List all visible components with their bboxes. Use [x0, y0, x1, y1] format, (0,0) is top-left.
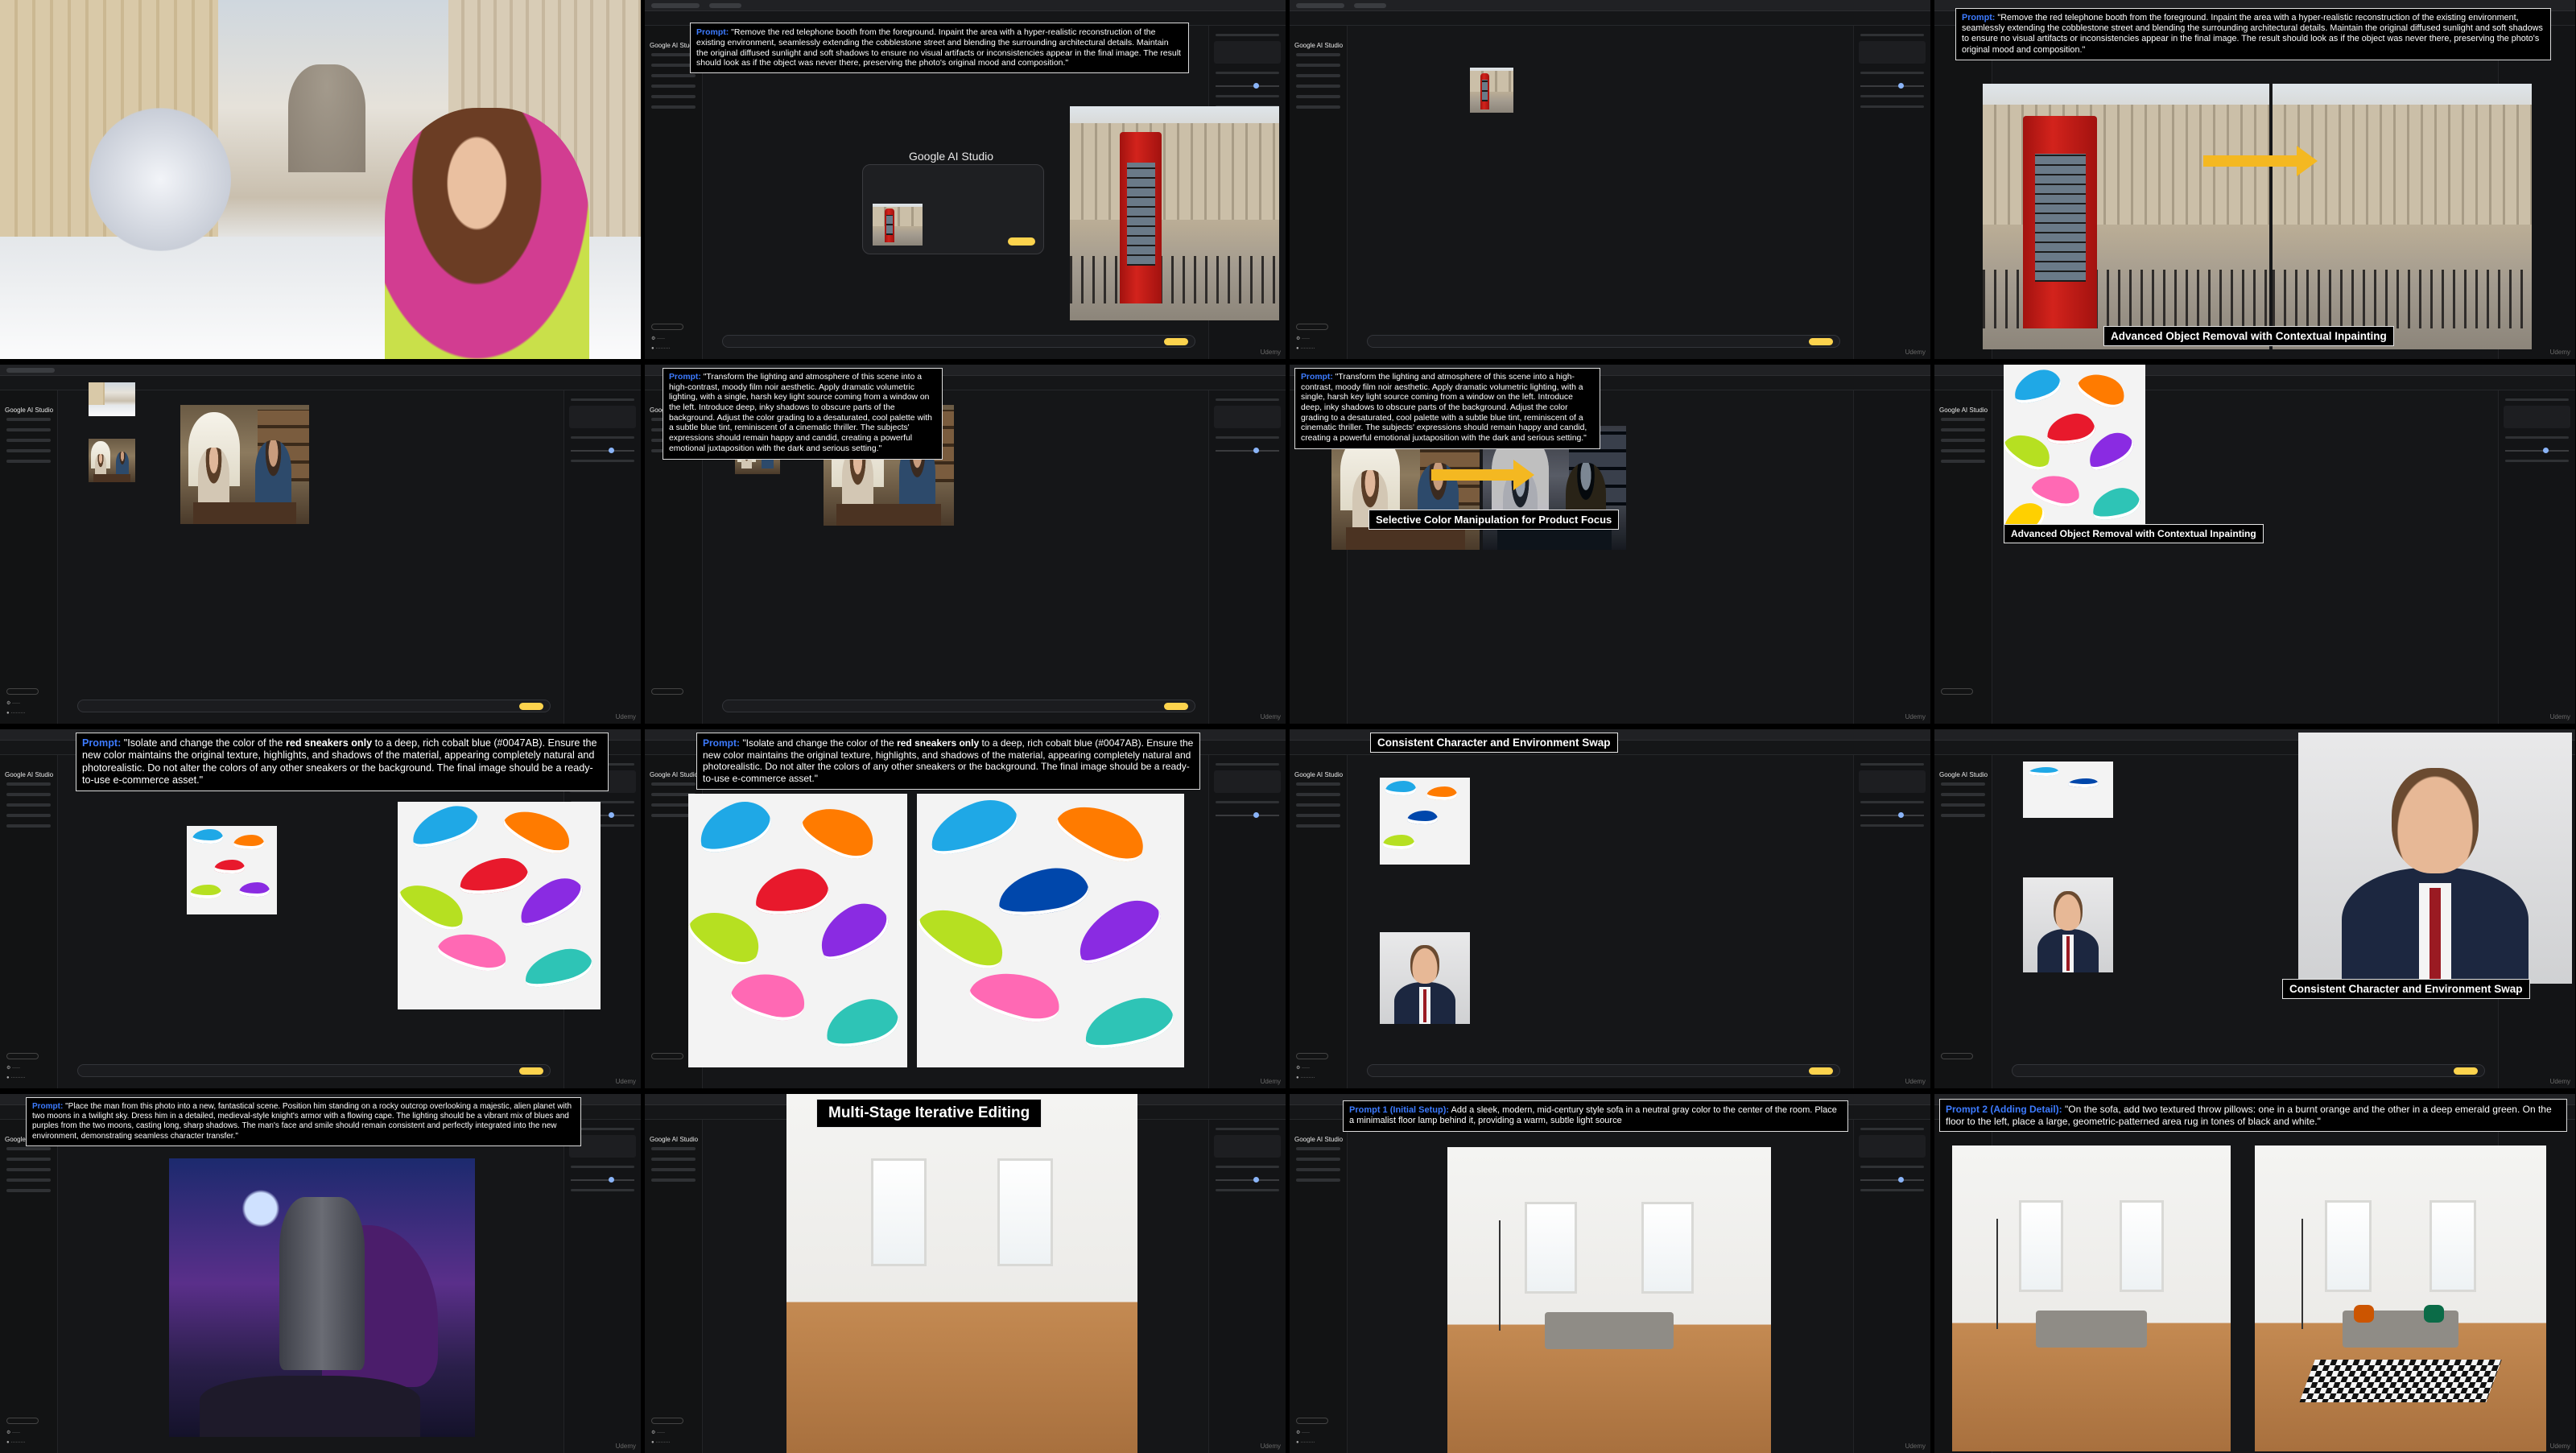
panel-room-empty: Google AI Studio ⚙ ····· ● ········· Udemy… — [645, 1094, 1286, 1453]
booth-thumbnail — [1470, 68, 1513, 113]
user-account[interactable]: ● ········· — [651, 346, 670, 351]
portrait-thumbnail — [1380, 932, 1470, 1024]
prompt-callout: Prompt: "Place the man from this photo i… — [26, 1097, 581, 1146]
panel-cafe-chat: Google AI Studio ⚙ ····· ● ········· Udemy — [0, 365, 641, 724]
sneakers-thumbnail — [187, 826, 277, 914]
prompt-callout: Prompt: "Isolate and change the color of… — [696, 733, 1200, 790]
sneakers-photo — [398, 802, 601, 1009]
knight-photo — [169, 1158, 475, 1437]
panel-character-chat: Google AI Studio ⚙ ····· ● ········· Udemy… — [1290, 729, 1930, 1088]
panel-booth-chat: Google AI Studio ⚙ ····· ● ········· Udemy — [1290, 0, 1930, 359]
technique-caption: Selective Color Manipulation for Product… — [1368, 510, 1620, 530]
technique-caption: Advanced Object Removal with Contextual … — [2004, 524, 2264, 543]
prompt-input[interactable] — [77, 700, 551, 712]
prompt-callout: Prompt: "Remove the red telephone booth … — [1955, 8, 2551, 60]
booth-photo — [1070, 106, 1279, 320]
settings-link[interactable]: ⚙ ····· — [651, 336, 665, 341]
tutorial-storyboard: Google AI Studio ⚙ ····· ● ········· Udemy… — [0, 0, 2576, 1453]
run-button[interactable] — [1164, 338, 1188, 345]
technique-caption: Consistent Character and Environment Swa… — [1370, 733, 1618, 753]
panel-room-detail: Udemy Prompt 2 (Adding Detail): "On the … — [1934, 1094, 2575, 1453]
studio-title: Google AI Studio — [909, 150, 994, 163]
technique-caption: Multi-Stage Iterative Editing — [816, 1099, 1042, 1128]
panel-noir-prompt: Google AI Studio Udemy Prompt: "Transfor… — [645, 365, 1286, 724]
studio-dialog — [862, 164, 1044, 254]
prompt-callout: Prompt 1 (Initial Setup): Add a sleek, m… — [1343, 1100, 1848, 1132]
prompt-callout: Prompt: "Transform the lighting and atmo… — [663, 368, 943, 460]
cafe-photo — [180, 405, 309, 524]
panel-booth-studio: Google AI Studio ⚙ ····· ● ········· Udemy… — [645, 0, 1286, 359]
prompt-callout: Prompt: "Transform the lighting and atmo… — [1294, 368, 1600, 449]
panel-character-result: Google AI Studio Udemy Consistent Charac… — [1934, 729, 2575, 1088]
panel-sneakers-chat: Google AI Studio ⚙ ····· ● ········· Udemy… — [0, 729, 641, 1088]
panel-noir-result: Udemy Prompt: "Transform the lighting an… — [1290, 365, 1930, 724]
prompt-input[interactable] — [1367, 335, 1840, 348]
panel-knight: Google AI Studio⚙ ·····● ········· Udemy… — [0, 1094, 641, 1453]
before-photo — [1952, 1145, 2231, 1451]
transform-arrow — [2203, 146, 2318, 176]
selfie-street-photo — [0, 0, 641, 359]
empty-room-photo — [786, 1094, 1137, 1453]
transform-arrow — [1431, 460, 1534, 490]
before-photo — [1983, 84, 2269, 349]
prompt-callout: Prompt: "Isolate and change the color of… — [76, 733, 609, 792]
after-photo — [917, 794, 1184, 1067]
after-photo — [2273, 84, 2532, 349]
prompt-callout: Prompt 2 (Adding Detail): "On the sofa, … — [1939, 1099, 2567, 1133]
panel-sneakers-preview: Google AI Studio Udemy Advanced Object R… — [1934, 365, 2575, 724]
prompt-callout: Prompt: "Remove the red telephone booth … — [690, 23, 1189, 74]
panel-sneakers-result: Google AI Studio Udemy Prompt: "Isolate … — [645, 729, 1286, 1088]
sneakers-photo — [2004, 365, 2145, 543]
after-photo — [2255, 1145, 2546, 1451]
technique-caption: Consistent Character and Environment Swa… — [2282, 979, 2530, 999]
portrait-photo — [2298, 733, 2572, 984]
before-photo — [688, 794, 907, 1067]
panel-selfie-street — [0, 0, 641, 359]
udemy-watermark: Udemy — [1260, 349, 1281, 356]
panel-room-sofa: Google AI Studio ⚙ ····· ● ········· Udemy… — [1290, 1094, 1930, 1453]
sofa-room-photo — [1447, 1147, 1771, 1453]
technique-caption: Advanced Object Removal with Contextual … — [2103, 326, 2394, 346]
panel-booth-result: Udemy Prompt: "Remove the red telephone … — [1934, 0, 2575, 359]
prompt-input[interactable] — [722, 335, 1195, 348]
cafe-thumbnail — [89, 439, 135, 482]
